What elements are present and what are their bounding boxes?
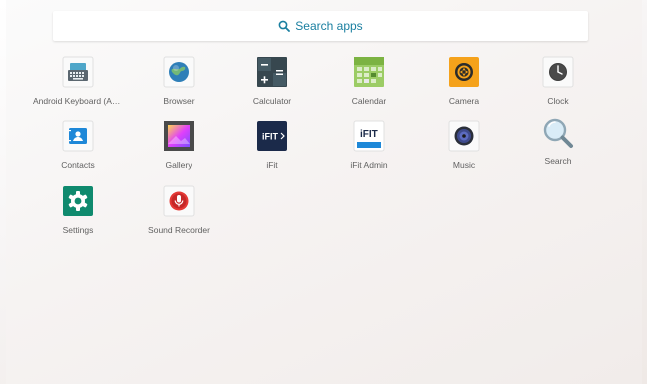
app-label: Calendar — [351, 96, 387, 106]
app-browser[interactable]: Browser — [134, 56, 224, 118]
app-label: Settings — [62, 225, 94, 235]
app-music[interactable]: Music — [419, 120, 509, 182]
app-search[interactable]: Search — [513, 116, 603, 178]
app-label: Search — [544, 156, 572, 166]
search-icon — [278, 20, 291, 32]
contacts-icon — [62, 120, 94, 152]
microphone-icon — [163, 185, 195, 217]
settings-gear-icon — [62, 185, 94, 217]
svg-text:iFIT: iFIT — [360, 129, 378, 140]
app-label: iFit Admin — [350, 160, 388, 170]
app-label: Sound Recorder — [148, 225, 210, 235]
app-android-keyboard[interactable]: Android Keyboard (AO... — [33, 56, 123, 118]
music-icon — [448, 120, 480, 152]
calculator-icon — [256, 56, 288, 88]
magnifier-icon — [540, 116, 576, 152]
app-clock[interactable]: Clock — [513, 56, 603, 118]
search-apps-label: Search apps — [295, 19, 363, 33]
keyboard-icon — [62, 56, 94, 88]
app-label: Android Keyboard (AO... — [33, 96, 123, 106]
app-label: Clock — [547, 96, 569, 106]
calendar-icon — [353, 56, 385, 88]
app-sound-recorder[interactable]: Sound Recorder — [134, 185, 224, 247]
svg-text:iFIT: iFIT — [262, 132, 278, 142]
search-apps-bar[interactable]: Search apps — [53, 11, 588, 41]
ifit-admin-icon: iFIT — [353, 120, 385, 152]
clock-icon — [542, 56, 574, 88]
app-label: Camera — [448, 96, 480, 106]
app-ifit-admin[interactable]: iFIT iFit Admin — [324, 120, 414, 182]
app-ifit[interactable]: iFIT iFit — [227, 120, 317, 182]
app-gallery[interactable]: Gallery — [134, 120, 224, 182]
app-label: Gallery — [165, 160, 193, 170]
app-settings[interactable]: Settings — [33, 185, 123, 247]
gallery-icon — [163, 120, 195, 152]
app-camera[interactable]: Camera — [419, 56, 509, 118]
app-contacts[interactable]: Contacts — [33, 120, 123, 182]
app-label: Contacts — [61, 160, 95, 170]
camera-icon — [448, 56, 480, 88]
app-label: Music — [452, 160, 476, 170]
app-label: iFit — [266, 160, 278, 170]
app-drawer: Search apps Android Keyboard (AO... Brow… — [6, 0, 642, 384]
app-calculator[interactable]: Calculator — [227, 56, 317, 118]
ifit-icon: iFIT — [256, 120, 288, 152]
app-label: Calculator — [252, 96, 292, 106]
app-label: Browser — [163, 96, 195, 106]
app-calendar[interactable]: Calendar — [324, 56, 414, 118]
globe-icon — [163, 56, 195, 88]
